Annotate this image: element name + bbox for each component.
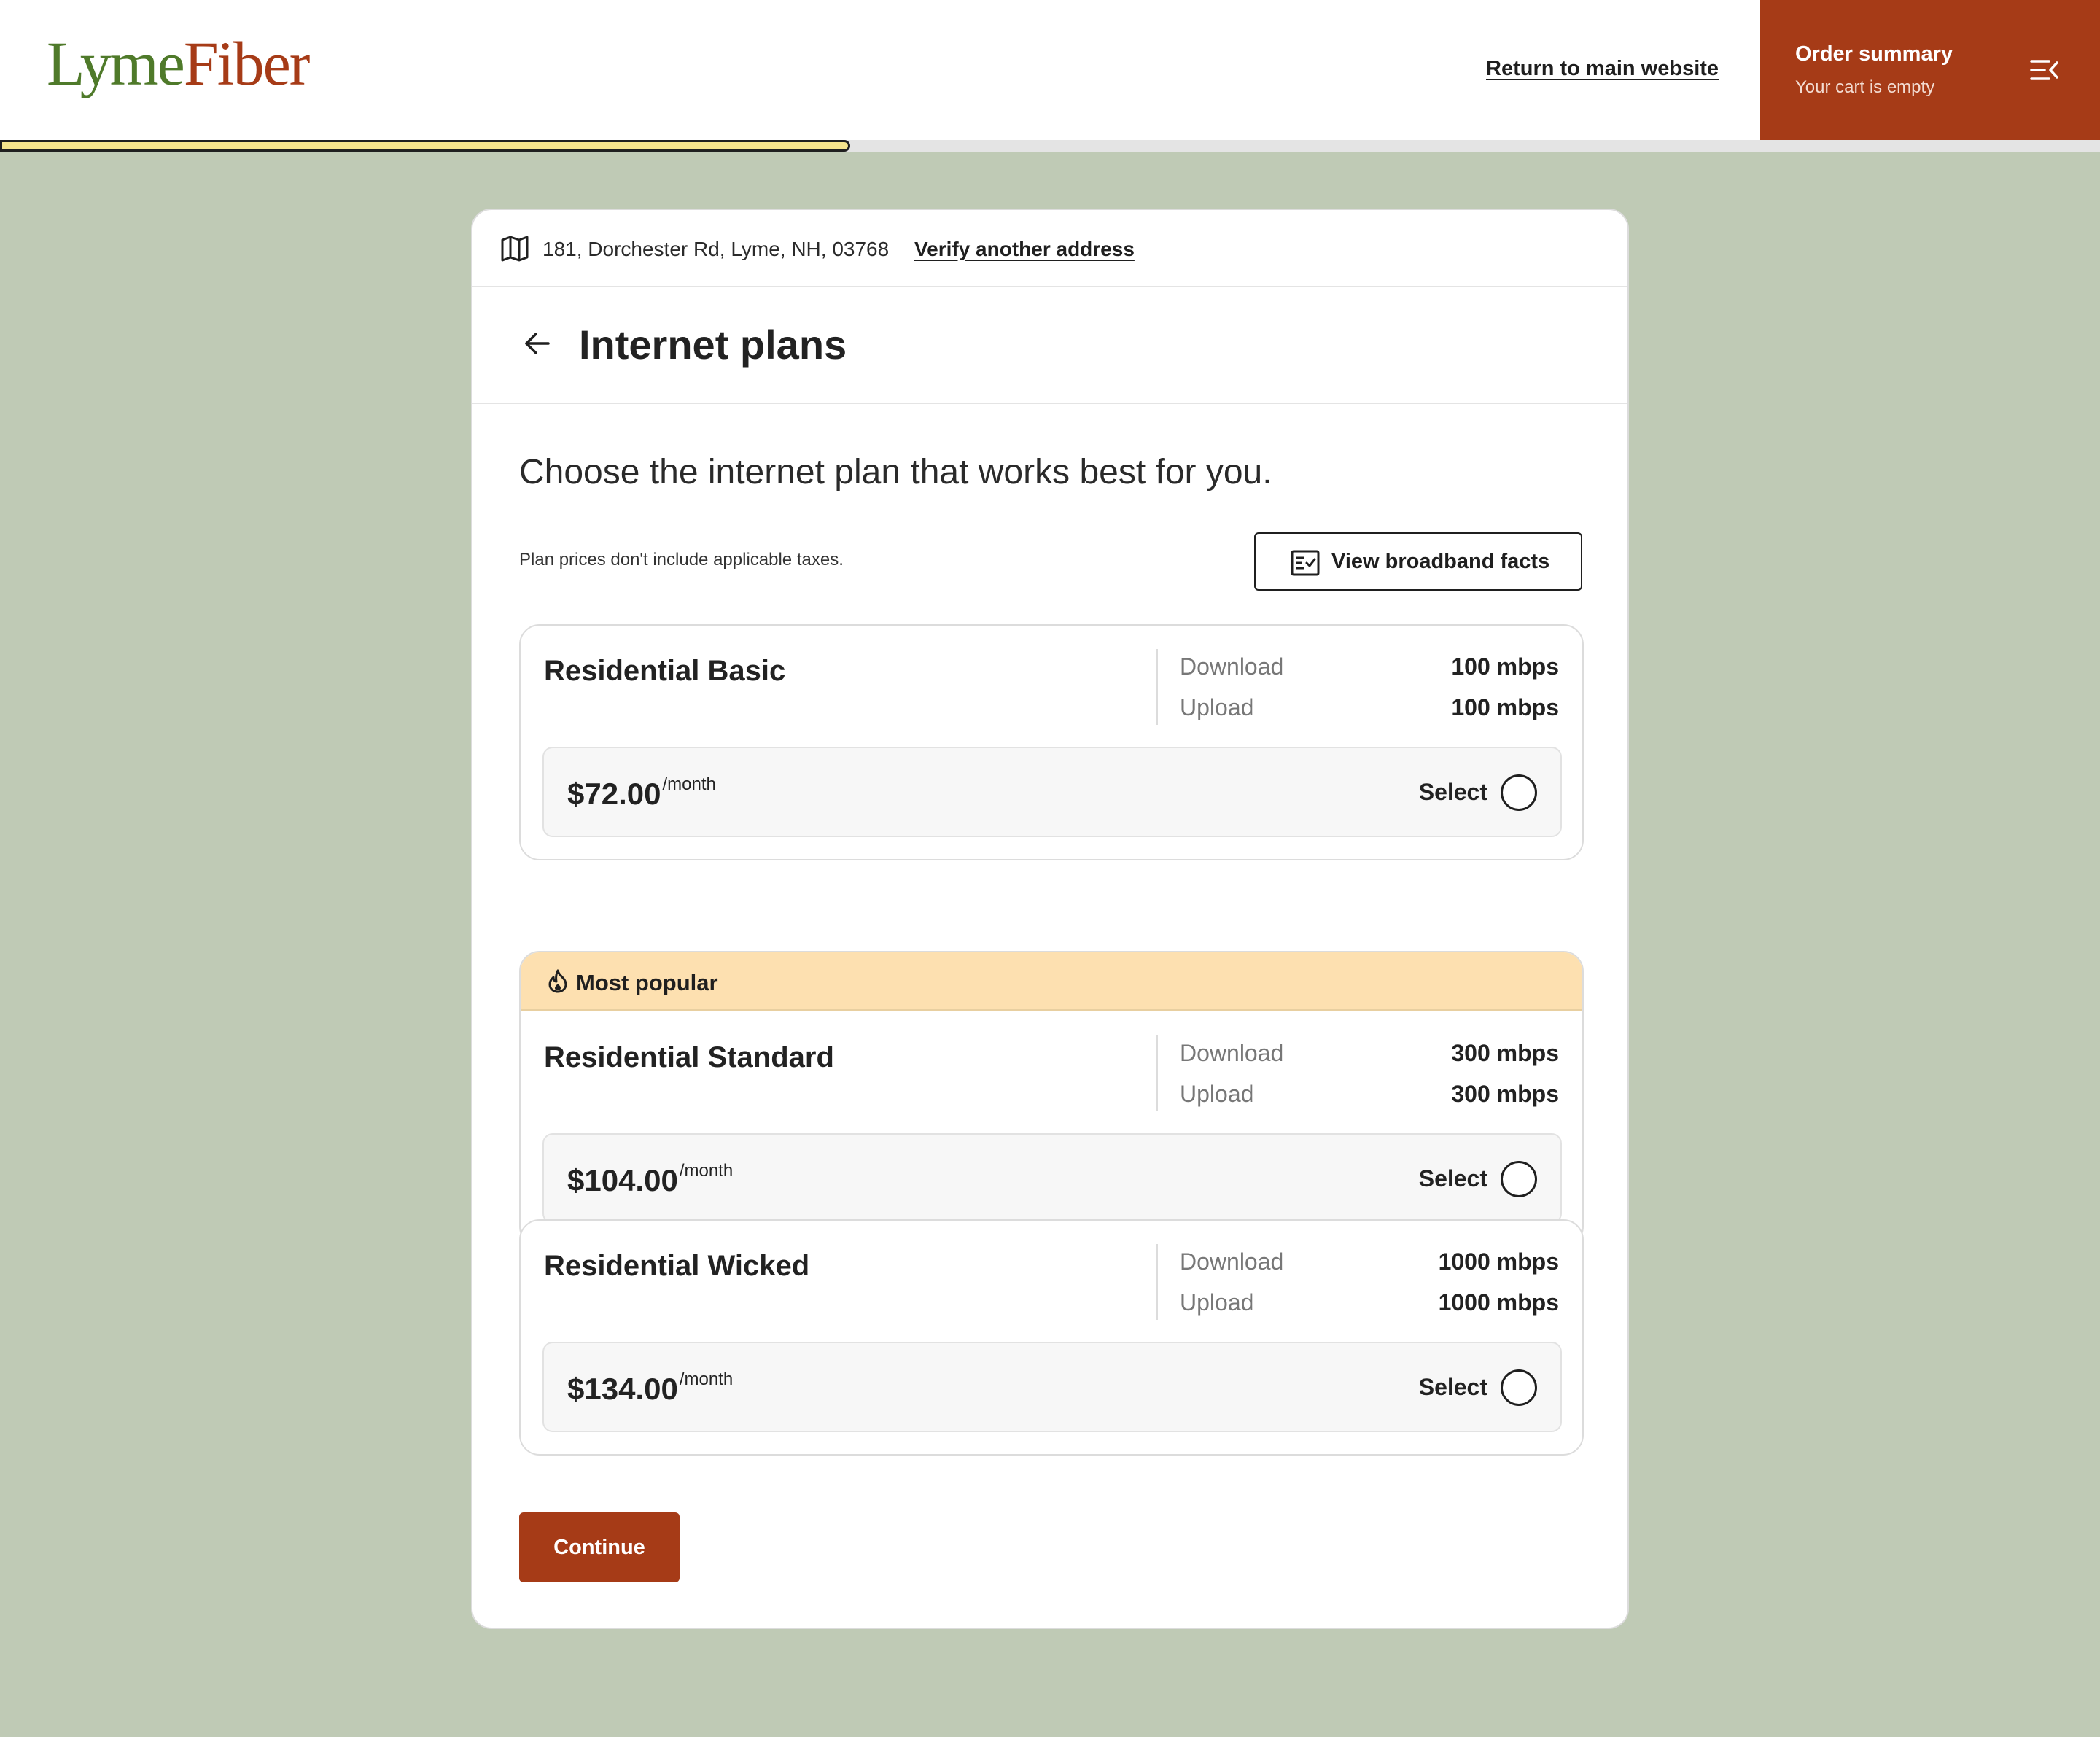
order-summary-title: Order summary <box>1795 42 1953 66</box>
verify-another-address-link[interactable]: Verify another address <box>914 238 1135 261</box>
select-radio[interactable] <box>1501 774 1537 811</box>
page-title: Internet plans <box>579 322 847 368</box>
plan-card-residential-basic[interactable]: Residential Basic Download 100 mbps Uplo… <box>519 624 1584 860</box>
select-radio[interactable] <box>1501 1369 1537 1406</box>
download-speed: 100 mbps <box>1451 653 1559 680</box>
address-bar: 181, Dorchester Rd, Lyme, NH, 03768 Veri… <box>472 210 1628 287</box>
plan-card-residential-standard[interactable]: Most popular Residential Standard Downlo… <box>519 951 1584 1247</box>
price-row[interactable]: $134.00/month Select <box>542 1342 1562 1432</box>
price-amount: $134.00 <box>567 1372 678 1406</box>
price-amount: $104.00 <box>567 1163 678 1197</box>
tax-note: Plan prices don't include applicable tax… <box>519 550 844 570</box>
plan-price: $104.00/month <box>567 1161 733 1198</box>
upload-speed: 100 mbps <box>1451 694 1559 720</box>
plan-price: $72.00/month <box>567 774 716 812</box>
badge-label: Most popular <box>576 970 718 995</box>
plan-price: $134.00/month <box>567 1369 733 1407</box>
download-label: Download <box>1180 653 1284 680</box>
download-speed: 300 mbps <box>1451 1040 1559 1066</box>
select-label: Select <box>1418 1165 1488 1192</box>
select-label: Select <box>1418 1374 1488 1400</box>
upload-label: Upload <box>1180 1081 1254 1107</box>
plan-name: Residential Wicked <box>544 1250 810 1282</box>
title-divider <box>472 403 1628 404</box>
upload-label: Upload <box>1180 694 1254 720</box>
checkout-progress-bar <box>0 140 2100 152</box>
lymefiber-logo[interactable]: LymeFiber <box>47 32 310 95</box>
plans-card: 181, Dorchester Rd, Lyme, NH, 03768 Veri… <box>471 209 1629 1629</box>
most-popular-badge: Most popular <box>521 952 1582 1011</box>
download-speed: 1000 mbps <box>1438 1248 1559 1275</box>
service-address: 181, Dorchester Rd, Lyme, NH, 03768 <box>542 238 890 260</box>
return-to-main-website-link[interactable]: Return to main website <box>1486 57 1719 81</box>
intro-text: Choose the internet plan that works best… <box>519 453 1272 491</box>
upload-speed: 1000 mbps <box>1438 1289 1559 1316</box>
select-label: Select <box>1418 779 1488 805</box>
upload-speed: 300 mbps <box>1451 1081 1559 1107</box>
select-radio[interactable] <box>1501 1161 1537 1197</box>
arrow-left-icon[interactable] <box>522 328 553 359</box>
plan-card-residential-wicked[interactable]: Residential Wicked Download 1000 mbps Up… <box>519 1219 1584 1456</box>
order-summary-status: Your cart is empty <box>1795 77 1935 97</box>
price-period: /month <box>662 774 716 794</box>
upload-label: Upload <box>1180 1289 1254 1316</box>
price-amount: $72.00 <box>567 777 661 811</box>
continue-button[interactable]: Continue <box>519 1512 680 1582</box>
menu-collapse-icon[interactable] <box>2030 57 2059 83</box>
plan-name: Residential Standard <box>544 1041 834 1073</box>
logo-lyme: Lyme <box>47 28 185 98</box>
price-row[interactable]: $104.00/month Select <box>542 1133 1562 1224</box>
logo-fiber: Fiber <box>183 28 311 98</box>
price-period: /month <box>679 1369 734 1389</box>
download-label: Download <box>1180 1040 1284 1066</box>
map-icon <box>501 236 529 262</box>
speed-divider <box>1156 1035 1158 1111</box>
checklist-icon <box>1291 550 1320 576</box>
view-broadband-facts-label: View broadband facts <box>1331 550 1550 573</box>
flame-icon <box>548 969 567 993</box>
download-label: Download <box>1180 1248 1284 1275</box>
price-row[interactable]: $72.00/month Select <box>542 747 1562 837</box>
speed-divider <box>1156 649 1158 725</box>
checkout-progress-fill <box>0 140 851 152</box>
site-header: LymeFiber Return to main website Order s… <box>0 0 2100 140</box>
price-period: /month <box>679 1161 734 1181</box>
view-broadband-facts-button[interactable]: View broadband facts <box>1254 532 1582 591</box>
plan-name: Residential Basic <box>544 655 786 687</box>
speed-divider <box>1156 1244 1158 1320</box>
continue-label: Continue <box>553 1536 645 1559</box>
order-summary-panel[interactable]: Order summary Your cart is empty <box>1760 0 2100 140</box>
